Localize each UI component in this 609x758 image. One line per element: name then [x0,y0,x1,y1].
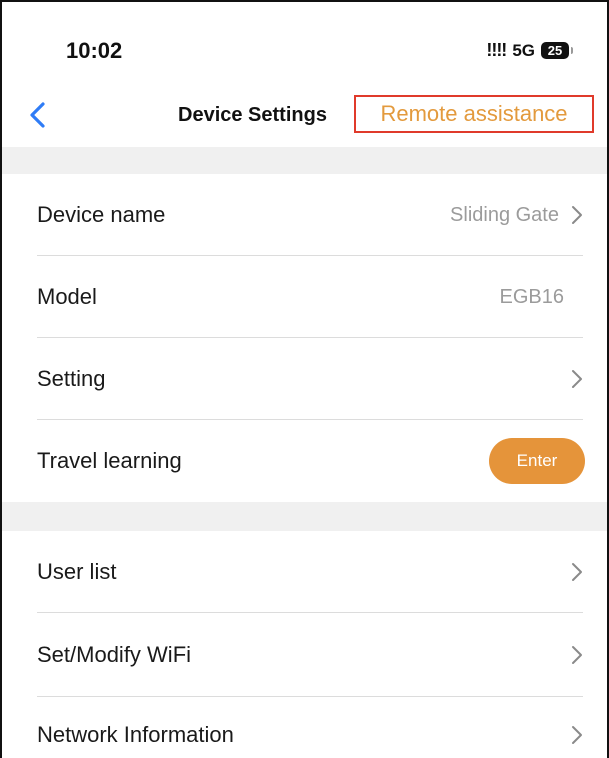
chevron-right-icon [572,726,582,744]
network-type: 5G [512,40,535,60]
nav-bar: Device Settings Remote assistance [2,92,607,138]
wifi-label: Set/Modify WiFi [37,642,192,667]
device-name-row[interactable]: Device name Sliding Gate [2,174,607,256]
user-list-row[interactable]: User list [2,531,607,613]
model-label: Model [37,284,97,309]
battery-icon: 25 [541,42,573,59]
device-name-value: Sliding Gate [450,203,559,226]
section-separator [2,502,607,531]
user-list-label: User list [37,559,117,584]
status-bar: 10:02 !!!! 5G 25 [2,2,607,82]
status-indicators: !!!! 5G 25 [486,40,573,61]
chevron-right-icon [572,563,582,581]
chevron-right-icon [572,370,582,388]
travel-learning-label: Travel learning [37,448,182,473]
chevron-right-icon [572,646,582,664]
network-information-label: Network Information [37,722,234,747]
page-title: Device Settings [178,104,327,126]
setting-row[interactable]: Setting [2,338,607,420]
signal-icon: !!!! [486,40,507,60]
setting-label: Setting [37,366,106,391]
chevron-right-icon [572,206,582,224]
wifi-row[interactable]: Set/Modify WiFi [2,613,607,697]
chevron-left-icon[interactable] [24,100,52,130]
section-separator [2,147,607,174]
battery-level: 25 [547,43,563,58]
enter-button[interactable]: Enter [489,438,585,484]
model-value: EGB16 [499,285,564,308]
status-time: 10:02 [66,38,123,63]
model-row: Model EGB16 [2,256,607,338]
device-settings-screen: 10:02 !!!! 5G 25 Device Settings Remote … [0,0,609,758]
travel-learning-row: Travel learning Enter [2,420,607,502]
device-name-label: Device name [37,202,166,227]
remote-assistance-button[interactable]: Remote assistance [354,95,594,133]
network-information-row[interactable]: Network Information [2,697,607,758]
